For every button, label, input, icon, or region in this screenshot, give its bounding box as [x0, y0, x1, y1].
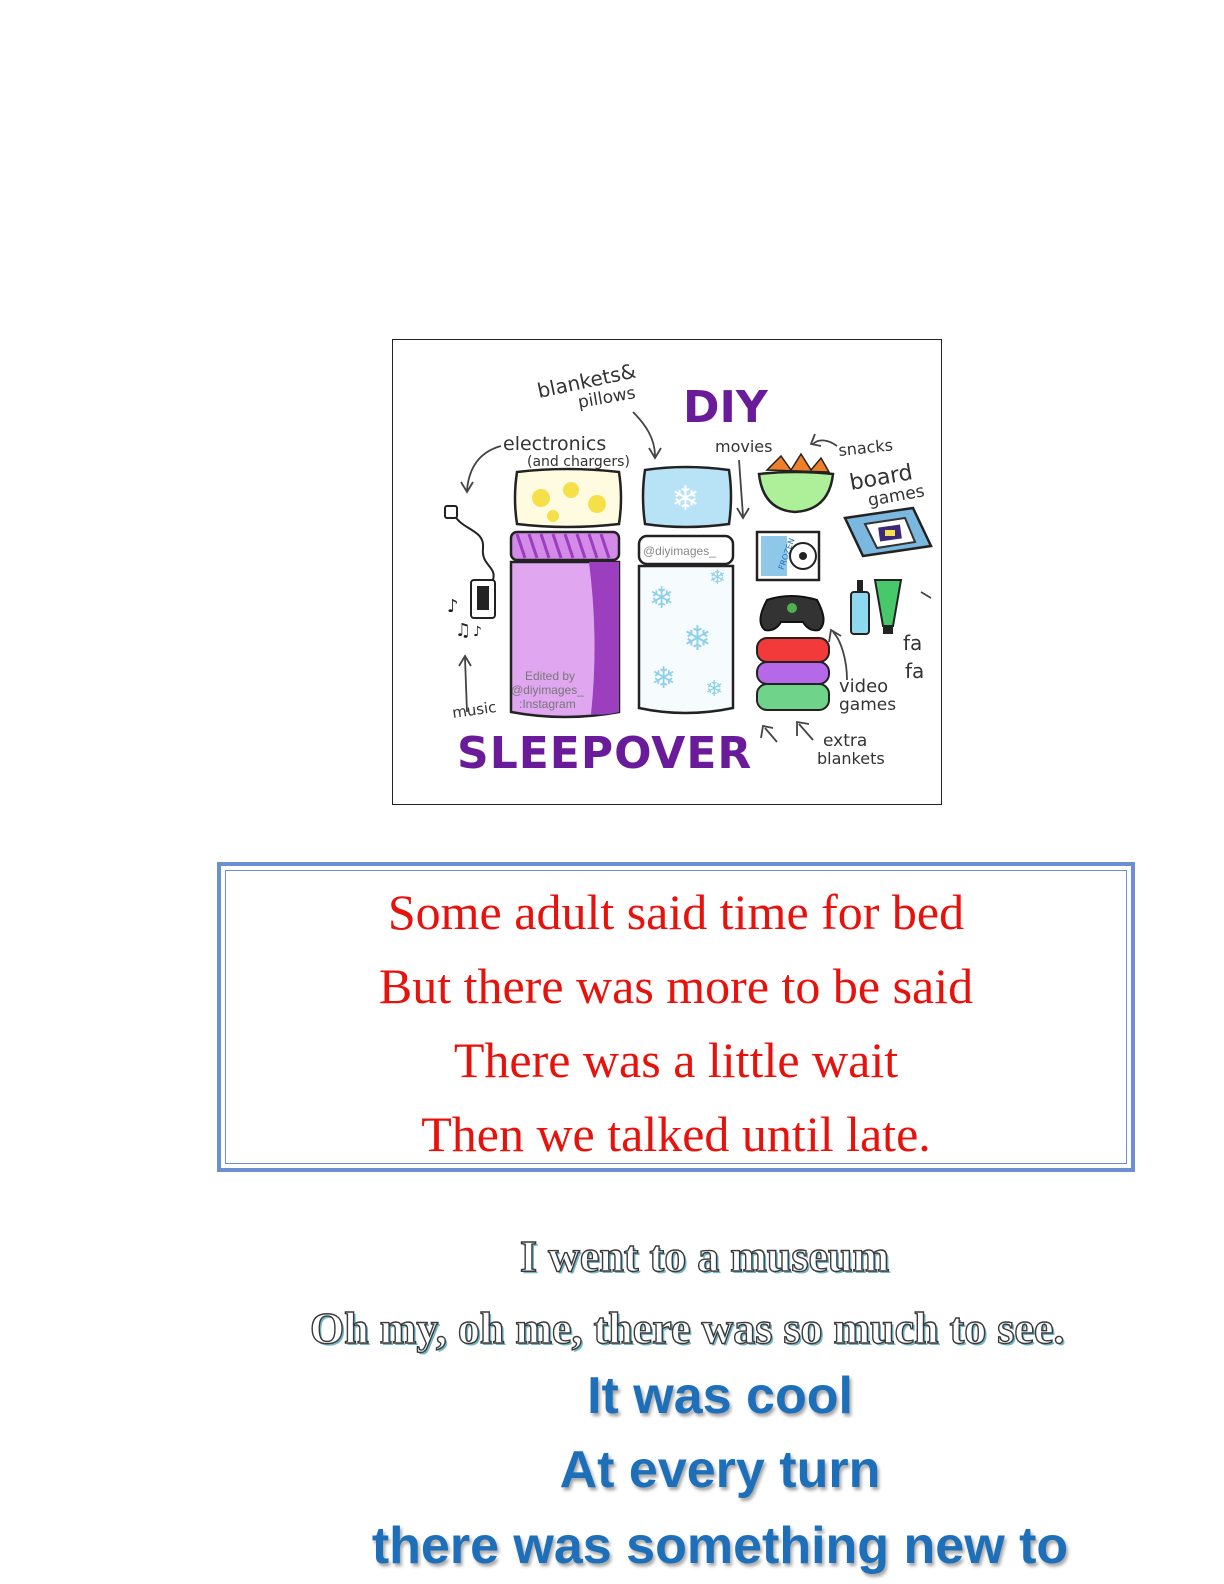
poem-line-4: Then we talked until late. — [421, 1106, 931, 1162]
svg-text:♪: ♪ — [473, 624, 482, 640]
label-video-games: games — [839, 695, 896, 715]
yellow-pillow-icon — [513, 467, 623, 529]
poem-line-1: Some adult said time for bed — [387, 884, 965, 940]
museum-line-4: At every turn — [559, 1441, 881, 1499]
label-blankets-extra: blankets — [817, 749, 885, 768]
snowflake-sleeping-bag-icon: ❄ ❄ ❄ ❄ ❄ — [637, 534, 735, 715]
diy-title: DIY — [683, 382, 769, 433]
museum-line-1: I went to a museum — [519, 1231, 890, 1281]
label-extra: extra — [823, 731, 867, 751]
label-face-1: fa — [903, 631, 922, 655]
label-face-2: fa — [905, 659, 924, 683]
blue-pillow-icon: ❄ — [641, 465, 733, 529]
svg-text:❄: ❄ — [649, 581, 674, 616]
museum-line-2: Oh my, oh me, there was so much to see. — [309, 1303, 1065, 1353]
poem-box: Some adult said time for bed But there w… — [217, 862, 1135, 1172]
credit-line-1: Edited by — [525, 669, 575, 683]
music-player-icon: ♪ ♫ ♪ — [444, 505, 496, 641]
sleepover-illustration: DIY blankets& pillows electronics (and c… — [392, 339, 942, 805]
svg-text:❄: ❄ — [705, 677, 723, 702]
label-movies: movies — [715, 437, 772, 456]
snack-bowl-icon — [757, 452, 835, 514]
game-controller-icon — [759, 595, 825, 632]
svg-text:❄: ❄ — [683, 619, 712, 659]
museum-line-3: It was cool — [587, 1367, 853, 1425]
watermark-tag: @diyimages_ — [643, 544, 716, 558]
sleepover-title: SLEEPOVER — [457, 728, 752, 779]
credit-line-2: @diyimages_ — [511, 683, 584, 697]
poem-line-2: But there was more to be said — [378, 958, 974, 1014]
folded-blankets-icon — [756, 637, 830, 711]
credit-line-3: :Instagram — [519, 697, 576, 711]
board-game-icon — [843, 506, 933, 558]
poem-line-3: There was a little wait — [453, 1032, 899, 1088]
label-music: music — [451, 698, 497, 722]
svg-text:♫: ♫ — [455, 620, 471, 641]
svg-text:❄: ❄ — [671, 479, 700, 519]
label-electronics: electronics — [503, 433, 606, 455]
museum-line-5: there was something new to — [371, 1517, 1069, 1575]
svg-text:♪: ♪ — [447, 596, 459, 617]
illustration-drawing: DIY blankets& pillows electronics (and c… — [444, 359, 933, 779]
svg-text:❄: ❄ — [651, 661, 676, 696]
svg-text:❄: ❄ — [709, 565, 726, 589]
label-chargers: (and chargers) — [527, 454, 630, 470]
face-products-icon — [850, 579, 903, 635]
label-snacks: snacks — [837, 435, 893, 460]
movie-dvd-icon: FROZEN — [755, 530, 821, 582]
